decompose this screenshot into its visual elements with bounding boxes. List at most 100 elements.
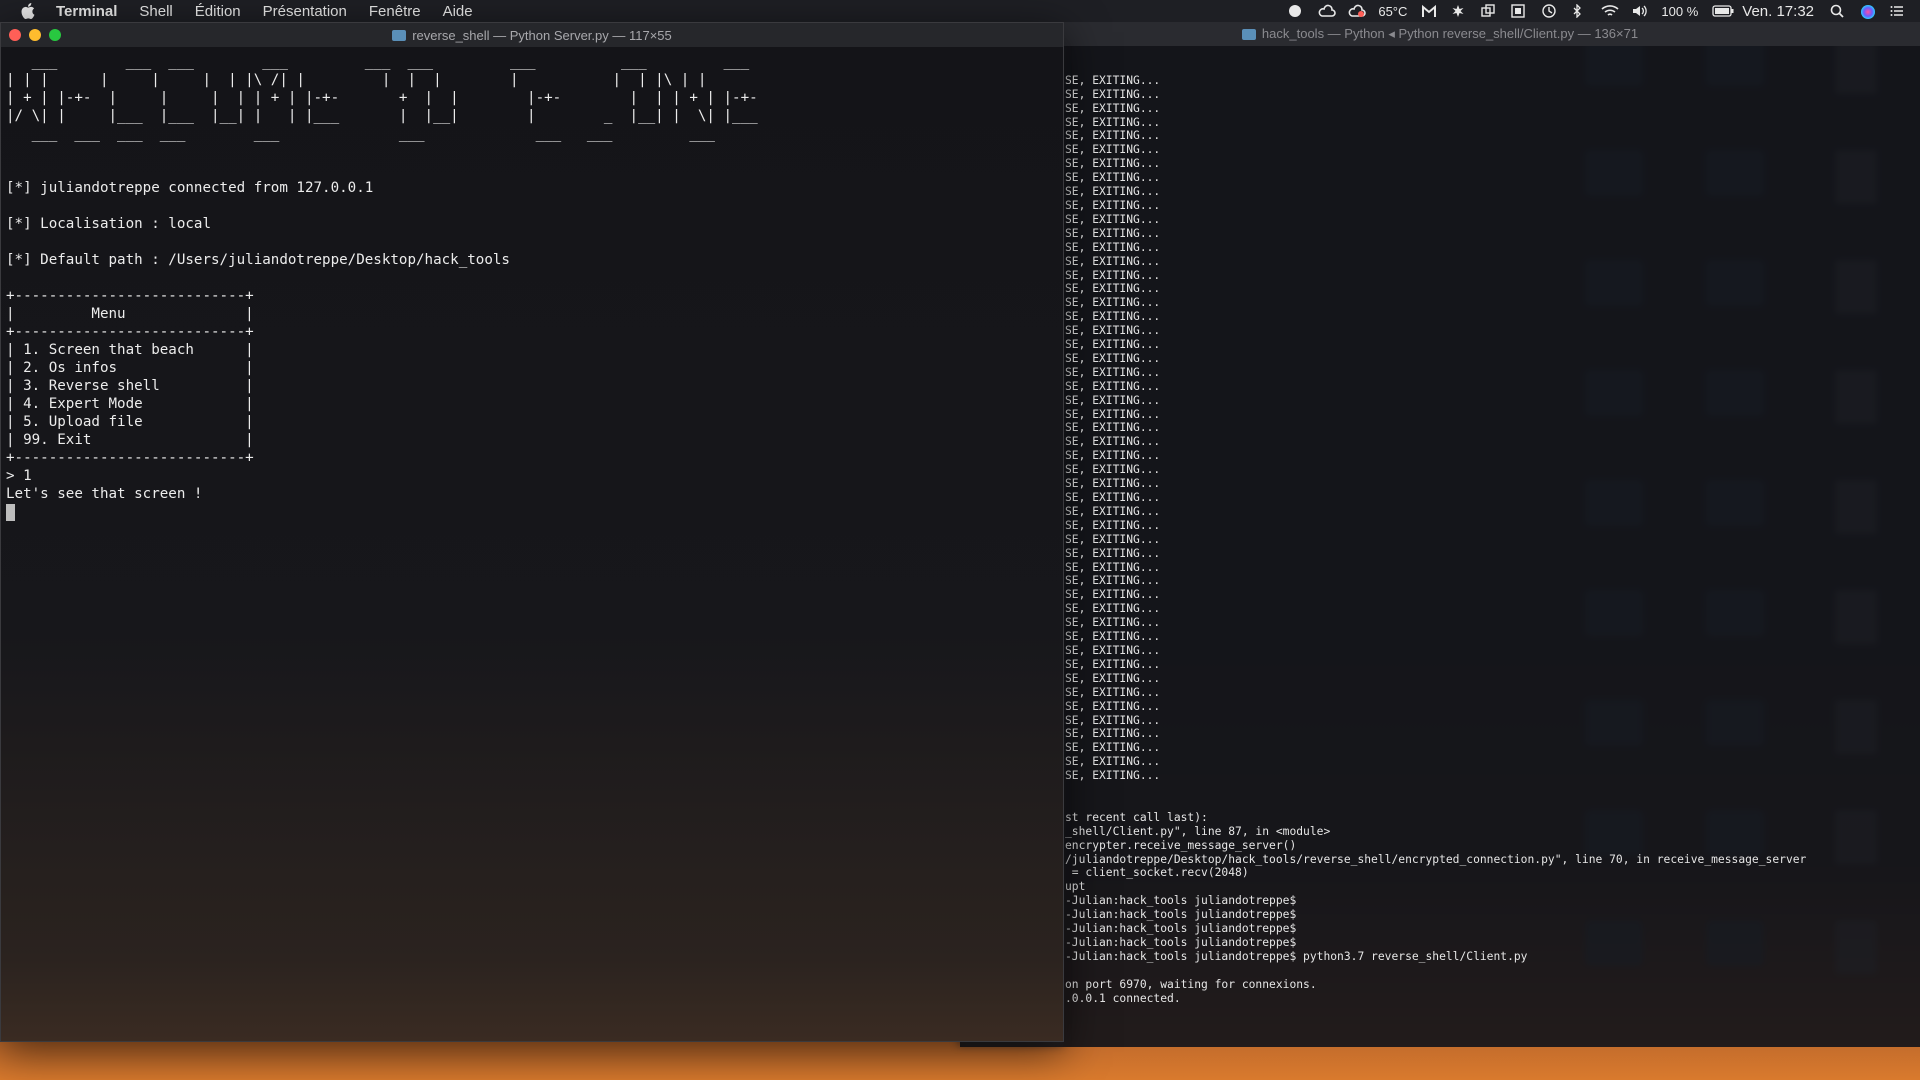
terminal-cursor[interactable]: [6, 503, 15, 521]
exiting-line: SE, EXITING...: [1065, 171, 1161, 185]
exiting-line: SE, EXITING...: [1065, 616, 1161, 630]
siri-icon[interactable]: [1860, 4, 1876, 19]
exiting-line: SE, EXITING...: [1065, 157, 1161, 171]
exiting-line: SE, EXITING...: [1065, 518, 1161, 532]
cloud-alert-icon[interactable]: [1348, 4, 1367, 18]
banner-line: |/ \| | |___ |___ |__| | | |___ | |__| |…: [6, 108, 758, 124]
output-line: _shell/Client.py", line 87, in <module>: [1065, 824, 1331, 838]
menu-border-bottom: +---------------------------+: [6, 450, 254, 466]
exiting-line: SE, EXITING...: [1065, 240, 1161, 254]
exiting-line: SE, EXITING...: [1065, 226, 1161, 240]
menu-shell[interactable]: Shell: [139, 3, 172, 20]
menu-item-upload-file: | 5. Upload file |: [6, 414, 254, 430]
clock[interactable]: Ven. 17:32: [1742, 3, 1814, 20]
exiting-line: SE, EXITING...: [1065, 421, 1161, 435]
server-terminal-window[interactable]: reverse_shell — Python Server.py — 117×5…: [0, 22, 1064, 1042]
apple-menu-icon[interactable]: [20, 3, 36, 19]
battery-percent[interactable]: 100 %: [1661, 4, 1698, 19]
bluetooth-icon[interactable]: [1571, 3, 1587, 19]
gear-burst-icon[interactable]: [1451, 4, 1467, 18]
close-window-button[interactable]: [9, 29, 21, 41]
exiting-line: SE, EXITING...: [1065, 741, 1161, 755]
exiting-line: SE, EXITING...: [1065, 602, 1161, 616]
server-window-titlebar[interactable]: reverse_shell — Python Server.py — 117×5…: [1, 23, 1063, 47]
zoom-window-button[interactable]: [49, 29, 61, 41]
minimize-window-button[interactable]: [29, 29, 41, 41]
exiting-line: SE, EXITING...: [1065, 73, 1161, 87]
banner-line: | | | | | | | |\ /| | | | | | | | |\ | |: [6, 72, 707, 88]
search-icon[interactable]: [1830, 4, 1846, 18]
banner-line: ___ ___ ___ ___ ___ ___ ___ ___ ___: [6, 54, 750, 70]
exiting-line: SE, EXITING...: [1065, 338, 1161, 352]
windows-overlap-icon[interactable]: [1481, 4, 1497, 18]
exiting-line: SE, EXITING...: [1065, 393, 1161, 407]
exiting-line: SE, EXITING...: [1065, 755, 1161, 769]
notification-center-icon[interactable]: [1890, 4, 1906, 18]
wifi-icon[interactable]: [1601, 4, 1619, 18]
output-line: upt: [1065, 880, 1086, 894]
client-window-titlebar[interactable]: hack_tools — Python ◂ Python reverse_she…: [960, 22, 1920, 46]
banner-line: ___ ___ ___ ___ ___ ___ ___ ___ ___: [6, 126, 715, 142]
client-terminal-window[interactable]: hack_tools — Python ◂ Python reverse_she…: [960, 22, 1920, 1047]
output-line: -Julian:hack_tools juliandotreppe$ pytho…: [1065, 949, 1528, 963]
folder-icon: [1241, 28, 1256, 40]
exiting-line: SE, EXITING...: [1065, 643, 1161, 657]
volume-icon[interactable]: [1631, 4, 1648, 18]
server-terminal-output[interactable]: ___ ___ ___ ___ ___ ___ ___ ___ ___ | | |…: [1, 47, 1063, 521]
exiting-line: SE, EXITING...: [1065, 713, 1161, 727]
cloud-sync-icon[interactable]: [1318, 4, 1337, 18]
battery-icon[interactable]: [1712, 4, 1734, 18]
time-machine-icon[interactable]: [1541, 4, 1557, 18]
exiting-line: SE, EXITING...: [1065, 435, 1161, 449]
menubar: Terminal Shell Édition Présentation Fenê…: [0, 0, 1920, 22]
menu-fenetre[interactable]: Fenêtre: [369, 3, 421, 20]
exiting-line: SE, EXITING...: [1065, 310, 1161, 324]
menu-item-expert-mode: | 4. Expert Mode |: [6, 396, 254, 412]
output-line: -Julian:hack_tools juliandotreppe$: [1065, 936, 1297, 949]
status-tray: 65°C 100 % Ven. 17:32: [1288, 0, 1920, 22]
grid-app-icon[interactable]: [1511, 4, 1527, 18]
exiting-line: SE, EXITING...: [1065, 491, 1161, 504]
exiting-line: SE, EXITING...: [1065, 630, 1161, 644]
exiting-line: SE, EXITING...: [1065, 282, 1161, 296]
output-line: .0.0.1 connected.: [1065, 991, 1181, 1005]
localisation-line: [*] Localisation : local: [6, 216, 211, 232]
exiting-line: SE, EXITING...: [1065, 198, 1161, 212]
exiting-line: SE, EXITING...: [1065, 351, 1161, 365]
menu-aide[interactable]: Aide: [443, 3, 473, 20]
connection-line: [*] juliandotreppe connected from 127.0.…: [6, 180, 374, 196]
output-line: st recent call last):: [1065, 810, 1208, 824]
malwarebytes-icon[interactable]: [1421, 4, 1437, 18]
exiting-line: SE, EXITING...: [1065, 574, 1161, 588]
exiting-line: SE, EXITING...: [1065, 268, 1161, 282]
output-line: encrypter.receive_message_server(): [1065, 838, 1297, 852]
server-window-title: reverse_shell — Python Server.py — 117×5…: [412, 27, 672, 43]
output-line: -Julian:hack_tools juliandotreppe$: [1065, 908, 1297, 922]
folder-icon: [392, 29, 407, 41]
prompt-input-line[interactable]: > 1: [6, 467, 1063, 485]
window-controls: [9, 29, 69, 41]
exiting-line: SE, EXITING...: [1065, 546, 1161, 560]
exiting-line: SE, EXITING...: [1065, 463, 1161, 477]
ascii-banner: ___ ___ ___ ___ ___ ___ ___ ___ ___ | | |…: [6, 53, 1063, 143]
exiting-line: SE, EXITING...: [1065, 769, 1161, 783]
exiting-line: SE, EXITING...: [1065, 477, 1161, 491]
menu-border-mid: +---------------------------+: [6, 324, 254, 340]
exiting-line: SE, EXITING...: [1065, 115, 1161, 129]
default-path-line: [*] Default path : /Users/juliandotreppe…: [6, 252, 510, 268]
exiting-line: SE, EXITING...: [1065, 296, 1161, 310]
cpu-temp[interactable]: 65°C: [1378, 4, 1407, 19]
circle-app-icon[interactable]: [1288, 4, 1304, 18]
menu-edition[interactable]: Édition: [195, 3, 241, 20]
exiting-line: SE, EXITING...: [1065, 657, 1161, 671]
client-terminal-output[interactable]: SE, EXITING... SE, EXITING... SE, EXITING.…: [1065, 46, 1920, 1047]
exiting-line: SE, EXITING...: [1065, 212, 1161, 226]
exiting-line: SE, EXITING...: [1065, 699, 1161, 713]
menu-presentation[interactable]: Présentation: [263, 3, 347, 20]
client-window-title: hack_tools — Python ◂ Python reverse_she…: [1261, 26, 1639, 41]
exiting-lines: SE, EXITING... SE, EXITING... SE, EXITING.…: [1065, 74, 1920, 783]
menu-app-terminal[interactable]: Terminal: [56, 3, 117, 20]
exiting-line: SE, EXITING...: [1065, 365, 1161, 379]
